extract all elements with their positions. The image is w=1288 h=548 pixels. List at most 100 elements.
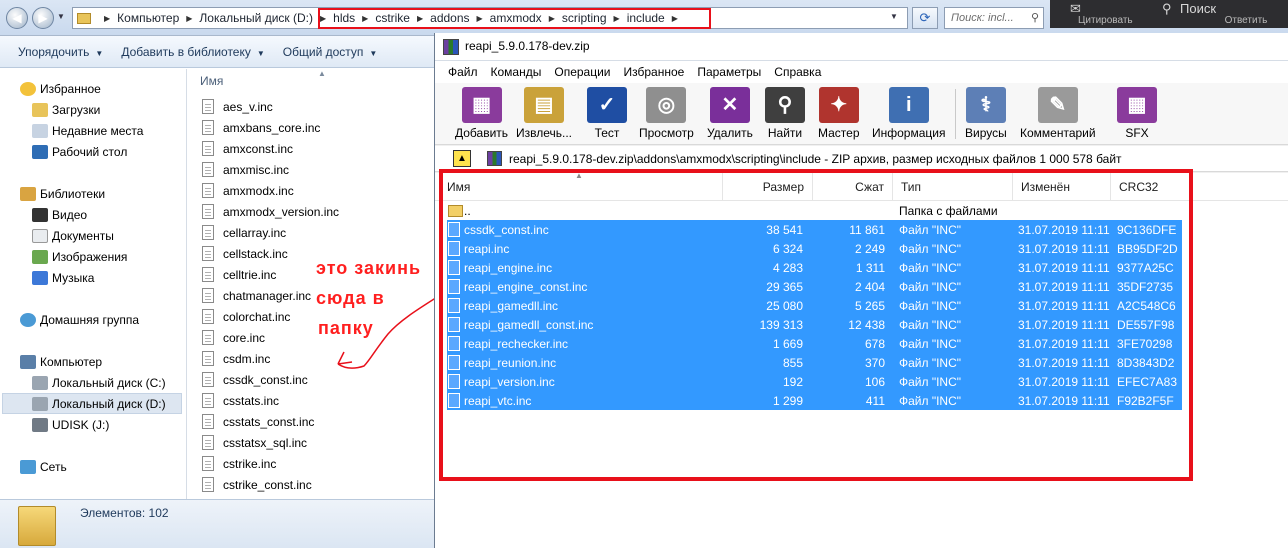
add-to-library-button[interactable]: Добавить в библиотеку ▼ bbox=[121, 45, 264, 59]
breadcrumb-root-arrow[interactable]: ▶ bbox=[97, 14, 117, 23]
sort-indicator-icon: ▲ bbox=[318, 69, 326, 78]
address-dropdown-icon[interactable]: ▼ bbox=[890, 12, 898, 21]
share-button[interactable]: Общий доступ ▼ bbox=[283, 45, 378, 59]
menu-favorites[interactable]: Избранное bbox=[624, 65, 685, 79]
winrar-toolbar: ▦ Добавить ▤ Извлечь... ✓ Тест ◎ Просмотр ✕ У… bbox=[435, 83, 1288, 145]
menu-operations[interactable]: Операции bbox=[554, 65, 610, 79]
archive-icon bbox=[487, 151, 502, 166]
menu-help[interactable]: Справка bbox=[774, 65, 821, 79]
downloads-folder-icon bbox=[32, 102, 48, 117]
column-header-name[interactable]: Имя bbox=[200, 74, 223, 88]
file-icon bbox=[202, 351, 214, 366]
winrar-logo-icon bbox=[443, 39, 459, 55]
nav-homegroup[interactable]: Домашняя группа bbox=[20, 309, 207, 330]
search-input[interactable]: Поиск: incl... ⚲ bbox=[944, 7, 1044, 29]
path-highlight-box bbox=[318, 8, 711, 29]
virus-scan-icon: ⚕ bbox=[965, 87, 1006, 123]
nav-computer[interactable]: Компьютер bbox=[20, 351, 207, 372]
file-icon bbox=[202, 372, 214, 387]
file-item[interactable]: amxbans_core.inc bbox=[202, 117, 320, 138]
background-sub-text: Цитировать Ответить bbox=[1078, 15, 1268, 26]
nav-drive-d[interactable]: Локальный диск (D:) bbox=[2, 393, 182, 414]
extract-button[interactable]: ▤ Извлечь... bbox=[516, 87, 572, 140]
file-item[interactable]: csstatsx_sql.inc bbox=[202, 432, 307, 453]
menu-options[interactable]: Параметры bbox=[697, 65, 761, 79]
file-icon bbox=[202, 435, 214, 450]
history-dropdown-icon[interactable]: ▼ bbox=[57, 12, 65, 21]
file-item[interactable]: amxmodx.inc bbox=[202, 180, 294, 201]
drive-icon bbox=[32, 396, 48, 411]
info-button[interactable]: i Информация bbox=[872, 87, 945, 140]
file-item[interactable]: cellarray.inc bbox=[202, 222, 286, 243]
file-item[interactable]: celltrie.inc bbox=[202, 264, 276, 285]
test-button[interactable]: ✓ Тест bbox=[587, 87, 627, 140]
view-button[interactable]: ◎ Просмотр bbox=[639, 87, 694, 140]
file-icon bbox=[202, 204, 214, 219]
search-link[interactable]: Поиск bbox=[1180, 1, 1216, 16]
file-icon bbox=[202, 141, 214, 156]
up-folder-button[interactable]: ▲ bbox=[453, 150, 471, 167]
file-item[interactable]: csstats.inc bbox=[202, 390, 279, 411]
find-icon: ⚲ bbox=[765, 87, 805, 123]
file-icon bbox=[202, 162, 214, 177]
recent-places-icon bbox=[32, 123, 48, 138]
file-item[interactable]: csdm.inc bbox=[202, 348, 270, 369]
comment-button[interactable]: ✎ Комментарий bbox=[1020, 87, 1096, 140]
virus-scan-button[interactable]: ⚕ Вирусы bbox=[965, 87, 1007, 140]
file-item[interactable]: cstrike_const.inc bbox=[202, 474, 312, 495]
file-icon bbox=[202, 225, 214, 240]
wizard-button[interactable]: ✦ Мастер bbox=[818, 87, 860, 140]
computer-icon bbox=[20, 354, 36, 369]
file-icon bbox=[202, 414, 214, 429]
info-icon: i bbox=[888, 87, 929, 123]
menu-bar: Файл Команды Операции Избранное Параметр… bbox=[435, 61, 1288, 83]
music-icon bbox=[32, 270, 48, 285]
file-item[interactable]: cellstack.inc bbox=[202, 243, 288, 264]
file-item[interactable]: chatmanager.inc bbox=[202, 285, 311, 306]
nav-libraries[interactable]: Библиотеки bbox=[20, 183, 207, 204]
archive-path-text: reapi_5.9.0.178-dev.zip\addons\amxmodx\s… bbox=[509, 152, 1122, 166]
winrar-title-bar: reapi_5.9.0.178-dev.zip bbox=[435, 33, 1288, 61]
file-item[interactable]: csstats_const.inc bbox=[202, 411, 314, 432]
breadcrumb-item[interactable]: Компьютер ▶ bbox=[117, 11, 199, 25]
file-item[interactable]: aes_v.inc bbox=[202, 96, 273, 117]
toolbar-divider bbox=[955, 89, 956, 139]
sfx-button[interactable]: ▦ SFX bbox=[1117, 87, 1157, 140]
forward-button[interactable]: ▶ bbox=[32, 7, 54, 29]
desktop-icon bbox=[32, 144, 48, 159]
search-icon: ⚲ bbox=[1030, 12, 1039, 24]
menu-commands[interactable]: Команды bbox=[491, 65, 542, 79]
delete-button[interactable]: ✕ Удалить bbox=[707, 87, 753, 140]
menu-file[interactable]: Файл bbox=[448, 65, 478, 79]
sfx-icon: ▦ bbox=[1117, 87, 1157, 123]
nav-favorites[interactable]: Избранное bbox=[20, 78, 207, 99]
navigation-pane: Избранное Загрузки Недавние места Рабочи… bbox=[0, 69, 187, 499]
file-icon bbox=[202, 309, 214, 324]
file-item[interactable]: core.inc bbox=[202, 327, 265, 348]
file-item[interactable]: colorchat.inc bbox=[202, 306, 290, 327]
refresh-button[interactable]: ⟳ bbox=[912, 7, 938, 29]
libraries-icon bbox=[20, 186, 36, 201]
file-item[interactable]: amxmodx_version.inc bbox=[202, 201, 339, 222]
delete-icon: ✕ bbox=[709, 87, 750, 123]
file-item[interactable]: amxconst.inc bbox=[202, 138, 293, 159]
file-item[interactable]: amxmisc.inc bbox=[202, 159, 289, 180]
file-icon bbox=[202, 330, 214, 345]
organize-button[interactable]: Упорядочить ▼ bbox=[18, 45, 103, 59]
extract-icon: ▤ bbox=[524, 87, 564, 123]
add-button[interactable]: ▦ Добавить bbox=[455, 87, 508, 140]
file-item[interactable]: cstrike.inc bbox=[202, 453, 276, 474]
video-icon bbox=[32, 207, 48, 222]
back-button[interactable]: ◀ bbox=[6, 7, 28, 29]
find-button[interactable]: ⚲ Найти bbox=[765, 87, 805, 140]
file-list: ▲ Имя aes_v.inc amxbans_core.inc amxcons… bbox=[188, 69, 433, 499]
breadcrumb-item[interactable]: Локальный диск (D:) ▶ bbox=[199, 11, 333, 25]
add-archive-icon: ▦ bbox=[461, 87, 502, 123]
selection-highlight-box bbox=[439, 169, 1193, 481]
file-icon bbox=[202, 183, 214, 198]
file-item[interactable]: cssdk_const.inc bbox=[202, 369, 308, 390]
view-icon: ◎ bbox=[646, 87, 687, 123]
file-icon bbox=[202, 120, 214, 135]
star-icon bbox=[20, 81, 36, 96]
nav-network[interactable]: Сеть bbox=[20, 456, 207, 477]
